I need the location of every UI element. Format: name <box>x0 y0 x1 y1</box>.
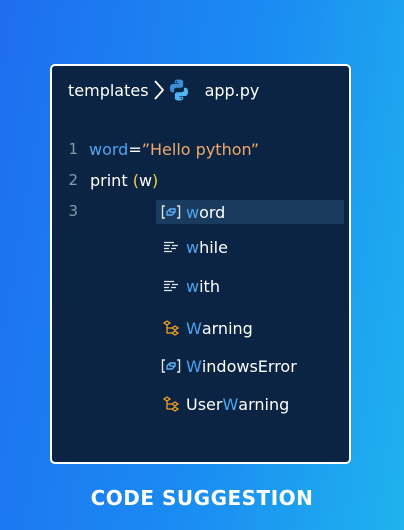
chevron-right-icon <box>153 80 165 100</box>
suggestion-item-word[interactable]: w ord <box>156 200 344 224</box>
suggestion-rest: arning <box>238 394 290 414</box>
suggestion-match: w <box>186 202 200 222</box>
function-token: print <box>90 170 133 190</box>
suggestion-rest: hile <box>199 237 228 257</box>
variable-token: word <box>89 139 129 159</box>
suggestion-match: w <box>186 276 200 296</box>
suggestion-item-warning[interactable]: Warning <box>156 316 344 340</box>
breadcrumb: templates app.py <box>68 78 259 102</box>
suggestion-rest: arning <box>201 318 253 338</box>
suggestion-rest: ord <box>199 202 226 222</box>
operator-token: = <box>128 139 142 159</box>
code-line-2[interactable]: 2 print ( w ) <box>52 169 158 191</box>
python-icon <box>167 78 191 102</box>
breadcrumb-folder[interactable]: templates <box>68 81 149 100</box>
suggestion-prefix: User <box>186 394 223 414</box>
variable-icon <box>160 203 182 221</box>
paren-close-token: ) <box>152 170 159 190</box>
code-editor-window: templates app.py 1 word = ”Hello python”… <box>50 64 351 464</box>
suggestion-item-with[interactable]: w ith <box>156 274 344 298</box>
line-number: 2 <box>68 171 78 189</box>
breadcrumb-file[interactable]: app.py <box>205 81 260 100</box>
suggestion-rest: ith <box>199 276 220 296</box>
suggestion-match: W <box>186 318 202 338</box>
line-number: 3 <box>68 202 78 220</box>
suggestion-match: W <box>222 394 239 414</box>
keyword-icon <box>160 277 182 295</box>
class-icon <box>160 395 182 413</box>
suggestion-item-windowserror[interactable]: WindowsError <box>156 354 344 378</box>
suggestion-rest: indowsError <box>201 356 297 376</box>
caption-title: CODE SUGGESTION <box>90 486 314 510</box>
suggestion-item-while[interactable]: w hile <box>156 235 344 259</box>
class-icon <box>160 319 182 337</box>
code-line-3[interactable]: 3 <box>52 200 89 222</box>
variable-icon <box>160 357 182 375</box>
string-token: ”Hello python” <box>141 139 260 159</box>
code-line-1[interactable]: 1 word = ”Hello python” <box>52 138 259 160</box>
suggestion-match: W <box>186 356 202 376</box>
line-number: 1 <box>68 140 78 158</box>
argument-token: w <box>138 170 153 190</box>
keyword-icon <box>160 238 182 256</box>
suggestion-item-userwarning[interactable]: User Warning <box>156 392 344 416</box>
suggestion-match: w <box>186 237 200 257</box>
